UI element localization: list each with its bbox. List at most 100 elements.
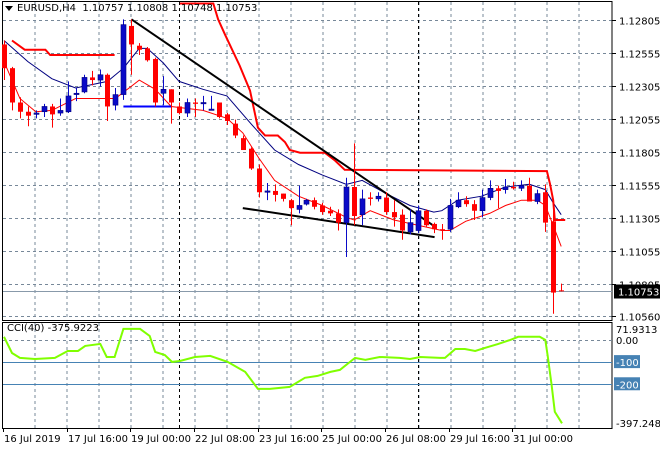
candle-body [447,205,454,230]
candle-body [241,138,246,151]
y-tick-label: 1.12305 [619,83,660,94]
candle-body [511,186,516,189]
x-tick-label: 19 Jul 00:00 [131,434,191,445]
candle-body [177,106,182,114]
symbol-label: EURUSD,H4 [17,3,77,14]
candle-body [296,205,303,210]
candle-body [400,214,405,231]
candle-body [112,94,119,106]
candle-body [184,102,191,114]
candle-body [193,102,198,104]
main-panel-frame [2,1,613,321]
x-tick-label: 25 Jul 00:00 [322,434,382,445]
candle-body [343,186,350,223]
candle-body [217,102,222,118]
ohlc-open: 1.10757 [82,3,124,14]
x-tick-label: 29 Jul 16:00 [450,434,510,445]
candle-body [26,111,31,116]
candle-body [328,210,333,214]
candle-body [249,148,254,169]
ohlc-low: 1.10748 [171,3,213,14]
x-tick-label: 17 Jul 16:00 [68,434,128,445]
y-tick-label: 1.11055 [619,248,660,259]
candle-body [281,193,286,199]
candle-body [303,199,310,205]
candle-body [169,89,174,103]
candle-body [479,197,486,212]
ohlc-close: 1.10753 [216,3,258,14]
candle-body [559,290,564,292]
candle-body [551,221,556,293]
candle-body [487,188,494,198]
cci-label: CCI(40) [7,323,45,334]
ma-slow-line [3,40,562,215]
candle-body [415,210,422,231]
candle-body [359,198,366,216]
y-tick-label: 1.12805 [619,17,660,28]
candle-body [41,106,48,113]
candle-body [105,74,110,107]
cci-panel-frame [2,322,613,429]
candle-body [208,108,215,111]
candle-body [407,222,414,233]
candle-body [137,45,142,50]
cci-level-label: -200 [616,380,639,391]
candle-body [320,205,325,213]
cci-y-tick-label: 0.00 [616,336,638,347]
candle-body [200,102,207,105]
y-tick-label: 1.10560 [619,313,660,324]
candle-body [496,188,501,191]
price-chart[interactable]: 1.12805 1.12555 1.12305 1.12055 1.11805 1.115… [0,0,660,450]
cci-value: -375.9223 [47,323,99,334]
candle-body [65,95,72,113]
candle-body [518,185,525,189]
candle-body [336,213,341,223]
candle-body [97,74,104,81]
x-tick-label: 26 Jul 08:00 [386,434,446,445]
ohlc-high: 1.10808 [126,3,169,14]
y-tick-label: 1.12055 [619,116,660,127]
candle-body [472,204,477,211]
candle-body [464,200,469,205]
candle-body [233,123,238,136]
dropdown-triangle-icon[interactable] [5,5,13,11]
candle-body [129,25,134,45]
candle-body [50,106,55,115]
candle-body [527,185,532,202]
candle-body [502,186,509,190]
x-tick-label: 31 Jul 00:00 [513,434,573,445]
candle-body [160,89,167,94]
chart-header: EURUSD,H4 1.10757 1.10808 1.10748 1.1075… [5,3,257,14]
candle-body [312,200,317,207]
cci-header: CCI(40) -375.9223 [7,323,99,334]
candle-body [145,48,150,61]
candle-body [264,190,271,193]
candle-body [543,192,548,223]
candle-body [534,193,541,202]
y-tick-label: 1.11805 [619,149,660,160]
candle-body [273,190,278,195]
candle-body [57,110,64,114]
x-tick-label: 23 Jul 16:00 [259,434,319,445]
candle-body [33,112,40,115]
y-tick-label: 1.12555 [619,50,660,61]
candle-body [289,200,294,209]
cci-line [3,327,563,424]
x-tick-label: 16 Jul 2019 [4,434,61,445]
candle-body [81,77,88,93]
cci-level-label: -100 [616,358,639,369]
cci-y-tick-label: 71.9313 [616,325,657,336]
candle-body [455,199,462,208]
candle-body [18,102,23,112]
candle-body [120,24,127,95]
candle-body [2,44,7,69]
candle-body [90,77,95,81]
candle-body [440,229,445,231]
x-tick-label: 22 Jul 08:00 [195,434,255,445]
candle-body [375,195,382,200]
candle-body [73,92,80,95]
candle-body [392,212,397,218]
y-tick-label: 1.11555 [619,182,660,193]
candle-body [225,114,230,121]
candle-body [368,197,373,199]
